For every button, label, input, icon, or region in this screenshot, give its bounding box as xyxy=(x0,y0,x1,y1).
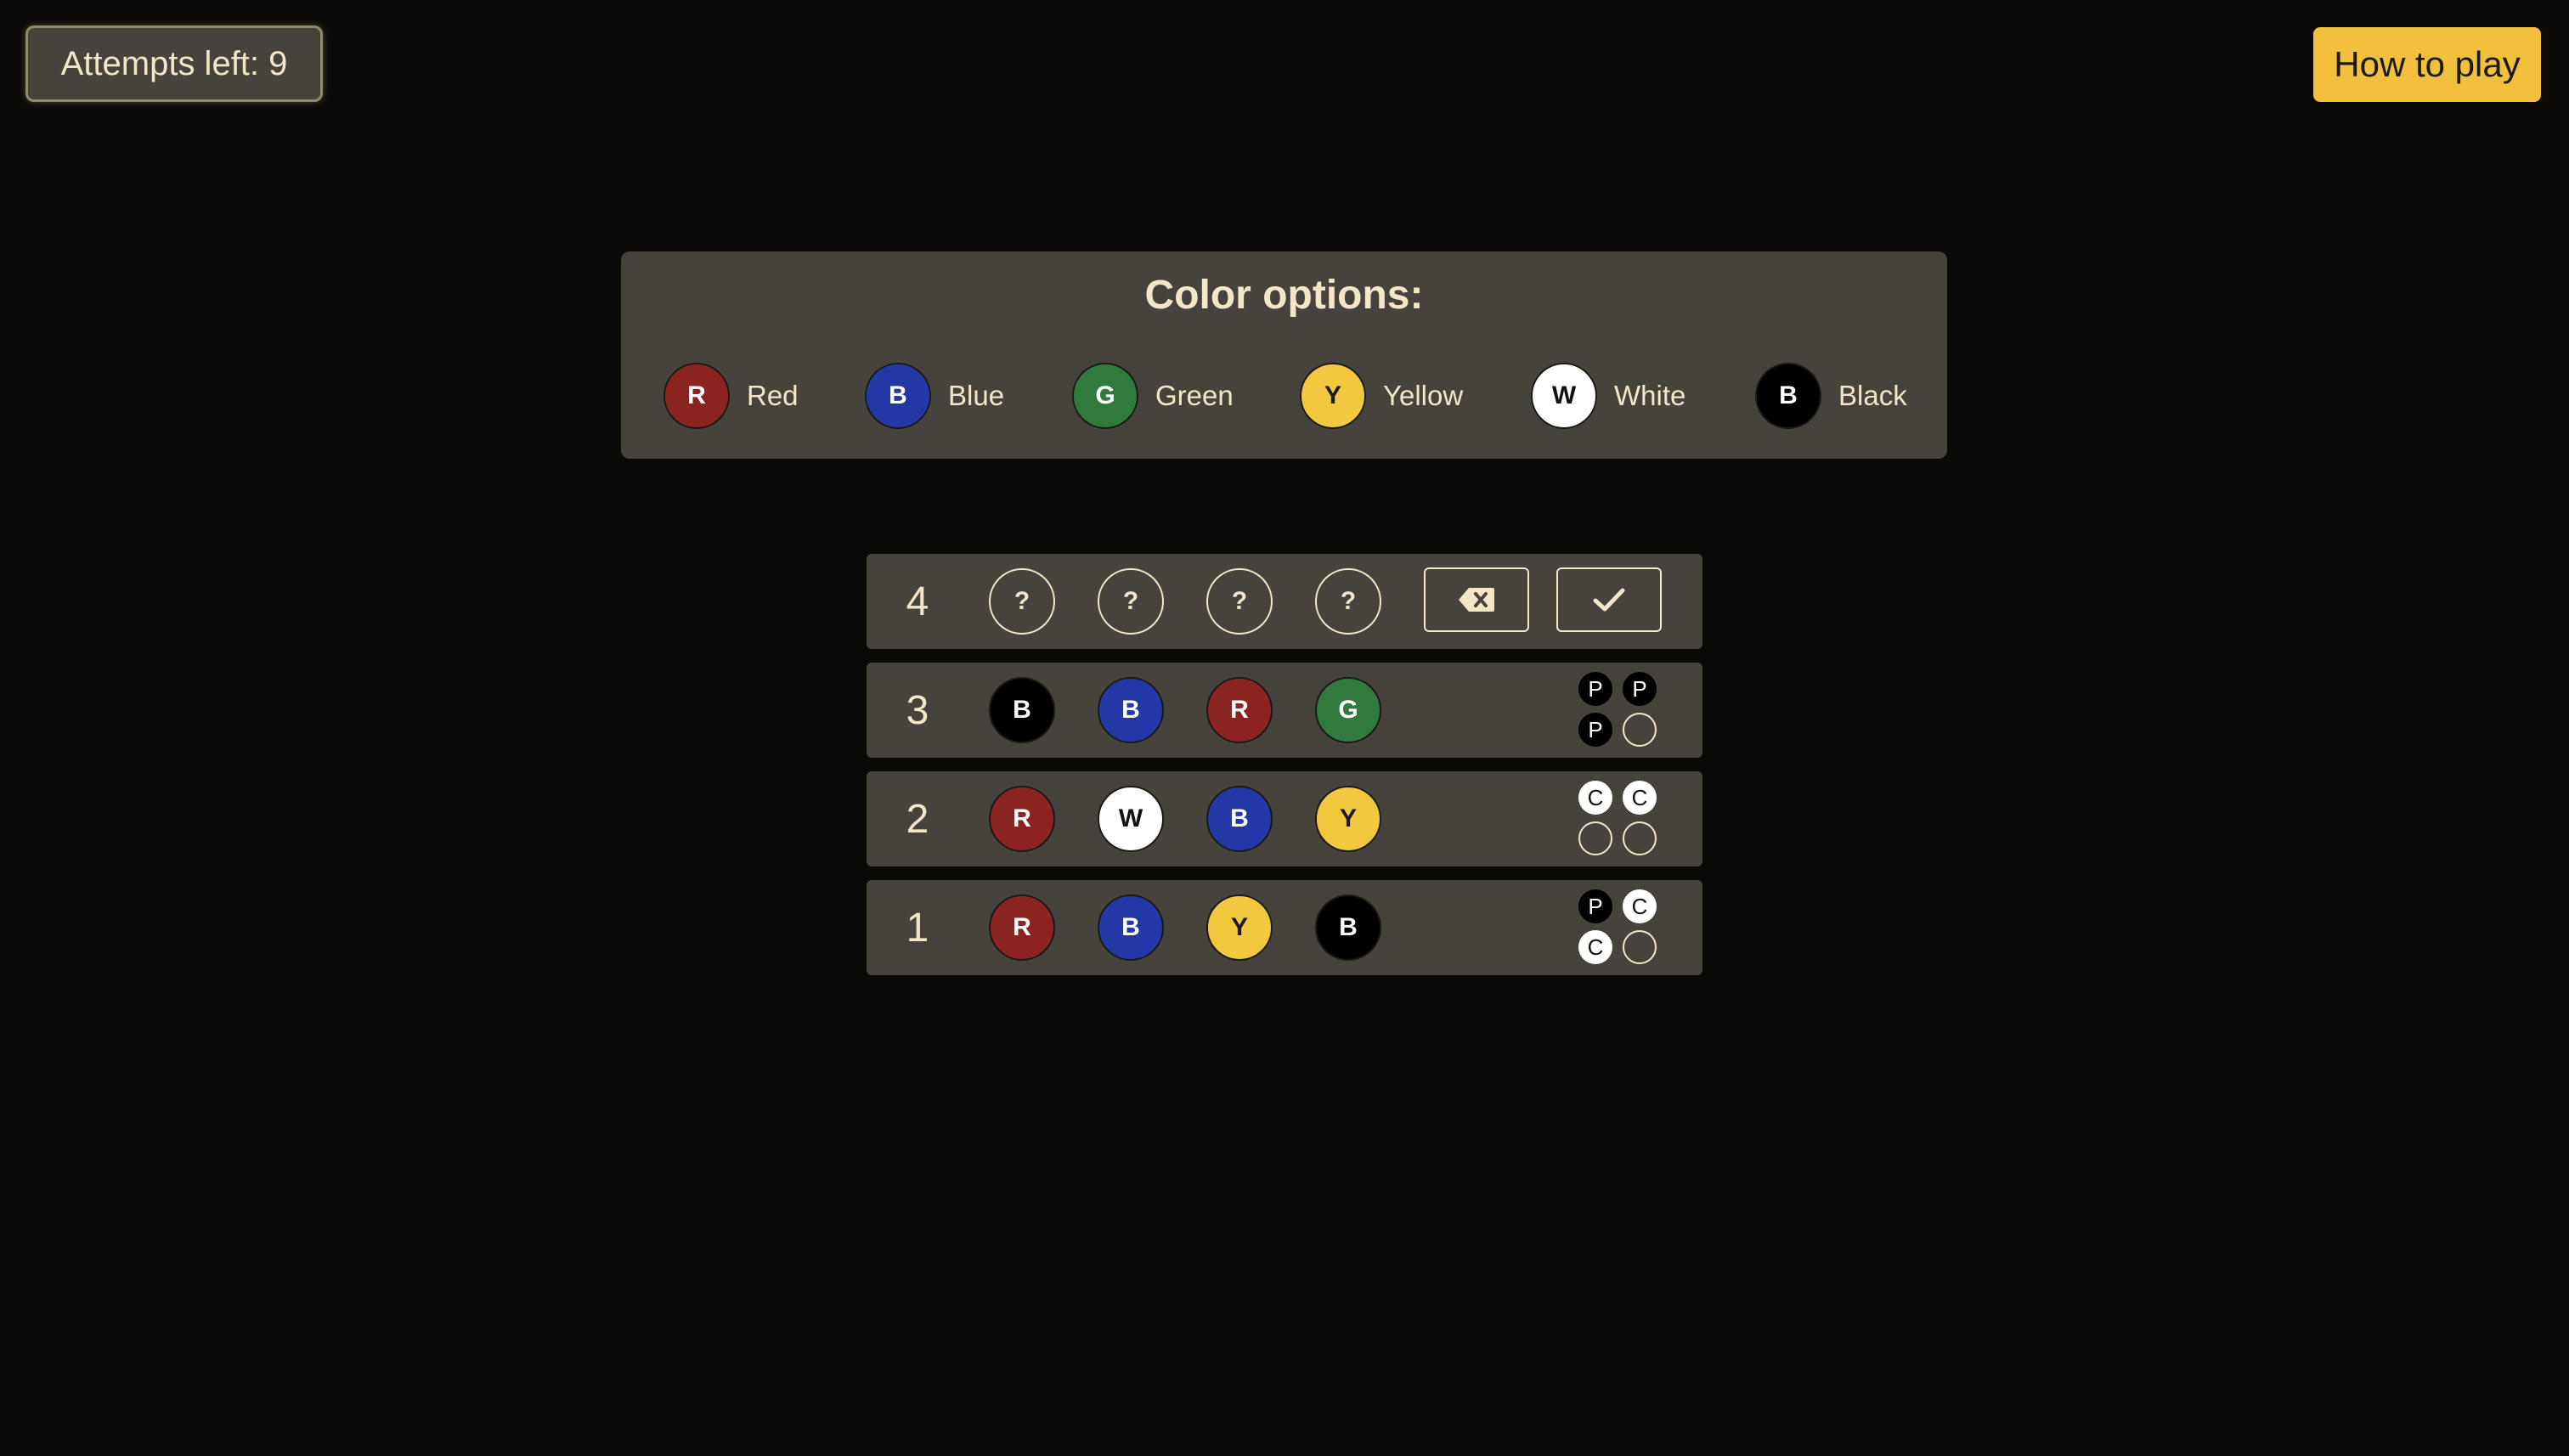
feedback-peg: C xyxy=(1578,781,1612,815)
guess-slot[interactable]: ? xyxy=(1098,568,1164,635)
guess-peg: R xyxy=(989,894,1055,961)
feedback-peg: C xyxy=(1623,781,1657,815)
color-options-panel: Color options: R Red B Blue G Green Y Ye… xyxy=(621,251,1947,459)
guess-peg: R xyxy=(1206,677,1273,743)
color-option-red[interactable]: R Red xyxy=(663,362,799,430)
guess-row: 1 R B Y B P C C xyxy=(867,880,1702,975)
guess-slot[interactable]: ? xyxy=(989,568,1055,635)
guess-peg: Y xyxy=(1315,786,1381,852)
guess-peg: G xyxy=(1315,677,1381,743)
guess-peg: B xyxy=(1098,677,1164,743)
current-guess-row: 4 ? ? ? ? xyxy=(867,554,1702,649)
feedback-peg: P xyxy=(1578,713,1612,747)
color-option-label: Black xyxy=(1838,380,1907,411)
blue-peg-icon: B xyxy=(865,363,931,429)
guess-peg: R xyxy=(989,786,1055,852)
color-option-black[interactable]: B Black xyxy=(1755,362,1907,430)
delete-button[interactable] xyxy=(1424,567,1529,632)
attempts-left-label: Attempts left: 9 xyxy=(60,44,288,82)
row-number: 1 xyxy=(906,905,929,951)
backspace-icon xyxy=(1459,588,1494,612)
attempts-left-badge: Attempts left: 9 xyxy=(25,25,323,102)
color-option-green[interactable]: G Green xyxy=(1072,362,1234,430)
color-option-label: Blue xyxy=(948,380,1005,411)
color-option-label: Yellow xyxy=(1383,380,1464,411)
guess-slot[interactable]: ? xyxy=(1206,568,1273,635)
guess-peg: W xyxy=(1098,786,1164,852)
guess-row: 2 R W B Y C C xyxy=(867,771,1702,866)
row-number: 4 xyxy=(906,578,929,624)
color-option-blue[interactable]: B Blue xyxy=(865,362,1004,430)
feedback-peg xyxy=(1623,821,1657,855)
guess-peg: B xyxy=(1098,894,1164,961)
yellow-peg-icon: Y xyxy=(1300,363,1366,429)
submit-guess-button[interactable] xyxy=(1556,567,1662,632)
color-option-white[interactable]: W White xyxy=(1531,362,1685,430)
color-option-label: Green xyxy=(1155,380,1234,411)
how-to-play-button[interactable]: How to play xyxy=(2313,27,2541,102)
guess-peg: B xyxy=(989,677,1055,743)
guess-peg: B xyxy=(1315,894,1381,961)
green-peg-icon: G xyxy=(1072,363,1138,429)
guess-peg: Y xyxy=(1206,894,1273,961)
feedback-peg xyxy=(1623,930,1657,964)
feedback-peg: P xyxy=(1578,672,1612,706)
black-peg-icon: B xyxy=(1755,363,1821,429)
color-options-title: Color options: xyxy=(1144,273,1424,318)
color-option-yellow[interactable]: Y Yellow xyxy=(1300,362,1463,430)
feedback-peg: P xyxy=(1623,672,1657,706)
checkmark-icon xyxy=(1593,588,1625,612)
guess-row: 3 B B R G P P P xyxy=(867,663,1702,758)
guess-slot[interactable]: ? xyxy=(1315,568,1381,635)
color-option-label: White xyxy=(1614,380,1686,411)
white-peg-icon: W xyxy=(1531,363,1597,429)
feedback-peg: P xyxy=(1578,889,1612,923)
feedback-peg: C xyxy=(1623,889,1657,923)
feedback-peg xyxy=(1623,713,1657,747)
red-peg-icon: R xyxy=(663,363,730,429)
color-option-label: Red xyxy=(747,380,799,411)
guess-peg: B xyxy=(1206,786,1273,852)
feedback-peg xyxy=(1578,821,1612,855)
row-number: 2 xyxy=(906,796,929,842)
feedback-peg: C xyxy=(1578,930,1612,964)
row-number: 3 xyxy=(906,687,929,733)
